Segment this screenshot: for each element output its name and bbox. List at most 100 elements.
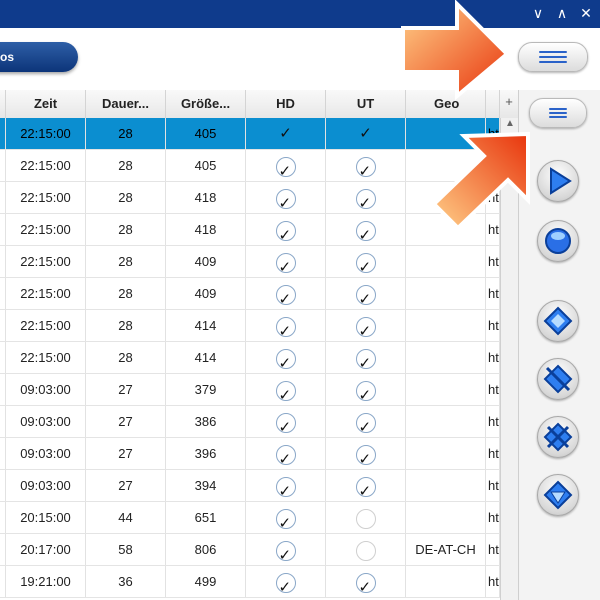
dauer-cell: 27: [86, 406, 166, 437]
ut-cell: [326, 566, 406, 597]
groesse-cell: 414: [166, 310, 246, 341]
geo-cell: [406, 502, 486, 533]
minimize-icon[interactable]: ∨: [530, 4, 546, 24]
zeit-cell: 22:15:00: [6, 214, 86, 245]
url-cell: htt: [486, 342, 500, 373]
checked-circle-icon: [355, 444, 376, 469]
ut-cell: [326, 406, 406, 437]
url-cell: htt: [486, 502, 500, 533]
groesse-cell: 409: [166, 278, 246, 309]
checked-circle-icon: [355, 220, 376, 245]
column-header-zeit[interactable]: Zeit: [6, 90, 86, 118]
ut-cell: [326, 438, 406, 469]
column-header-ut[interactable]: UT: [326, 90, 406, 118]
url-cell: htt: [486, 534, 500, 565]
checkmark-icon: ✓: [279, 124, 292, 142]
checked-circle-icon: [355, 380, 376, 405]
table-row[interactable]: 22:15:0028418htt: [0, 182, 500, 214]
filter-off-icon: [543, 364, 573, 394]
table-row[interactable]: 09:03:0027396 htt: [0, 438, 500, 470]
filter-off-button[interactable]: [537, 358, 579, 400]
table-row[interactable]: 22:15:0028414 htt: [0, 310, 500, 342]
ut-cell: [326, 502, 406, 533]
zeit-cell: 19:21:00: [6, 566, 86, 597]
ut-cell: [326, 214, 406, 245]
ut-cell: [326, 278, 406, 309]
groesse-cell: 499: [166, 566, 246, 597]
record-button[interactable]: [537, 220, 579, 262]
filter-button[interactable]: [537, 300, 579, 342]
url-cell: htt: [486, 406, 500, 437]
tab-button[interactable]: os: [0, 42, 78, 72]
zeit-cell: 22:15:00: [6, 246, 86, 277]
table-row[interactable]: 22:15:0028409 htt: [0, 278, 500, 310]
main-menu-button[interactable]: [518, 42, 588, 72]
url-cell: htt: [486, 310, 500, 341]
stop-icon: [545, 228, 571, 254]
table-row[interactable]: 19:21:0036499 htt: [0, 566, 500, 598]
hd-cell: [246, 406, 326, 437]
hd-cell: [246, 470, 326, 501]
dauer-cell: 27: [86, 470, 166, 501]
table-row[interactable]: 22:15:0028405✓✓htt: [0, 118, 500, 150]
empty-circle-icon: [355, 540, 376, 561]
hd-cell: [246, 534, 326, 565]
checked-circle-icon: [275, 156, 296, 181]
dauer-cell: 28: [86, 310, 166, 341]
filter-clear-icon: [543, 422, 573, 452]
ut-cell: [326, 246, 406, 277]
table-row[interactable]: 22:15:0028405htt: [0, 150, 500, 182]
checked-circle-icon: [275, 444, 296, 469]
table-row[interactable]: 22:15:0028409 htt: [0, 246, 500, 278]
close-icon[interactable]: ✕: [578, 4, 594, 24]
checked-circle-icon: [275, 252, 296, 277]
checked-circle-icon: [355, 252, 376, 277]
groesse-cell: 651: [166, 502, 246, 533]
zeit-cell: 09:03:00: [6, 406, 86, 437]
groesse-cell: 405: [166, 118, 246, 149]
table-row[interactable]: 20:17:0058806 DE-AT-CHhtt: [0, 534, 500, 566]
zeit-cell: 22:15:00: [6, 150, 86, 181]
checked-circle-icon: [355, 156, 376, 181]
zeit-cell: 22:15:00: [6, 310, 86, 341]
table-row[interactable]: 09:03:0027386 htt: [0, 406, 500, 438]
ut-cell: [326, 342, 406, 373]
table-row[interactable]: 09:03:0027394 htt: [0, 470, 500, 502]
table-row[interactable]: 20:15:0044651 htt: [0, 502, 500, 534]
dauer-cell: 28: [86, 214, 166, 245]
hd-cell: [246, 566, 326, 597]
column-header-groesse[interactable]: Größe...: [166, 90, 246, 118]
checked-circle-icon: [355, 284, 376, 309]
list-menu-button[interactable]: [529, 98, 587, 128]
groesse-cell: 418: [166, 182, 246, 213]
download-button[interactable]: [537, 474, 579, 516]
dauer-cell: 28: [86, 342, 166, 373]
dauer-cell: 58: [86, 534, 166, 565]
maximize-icon[interactable]: ∧: [554, 4, 570, 24]
column-header-hd[interactable]: HD: [246, 90, 326, 118]
checked-circle-icon: [275, 508, 296, 533]
url-cell: htt: [486, 246, 500, 277]
table-row[interactable]: 22:15:0028418htt: [0, 214, 500, 246]
column-header-dauer[interactable]: Dauer...: [86, 90, 166, 118]
table-row[interactable]: 22:15:0028414 htt: [0, 342, 500, 374]
groesse-cell: 414: [166, 342, 246, 373]
hd-cell: [246, 502, 326, 533]
hd-cell: [246, 214, 326, 245]
ut-cell: [326, 534, 406, 565]
zeit-cell: 09:03:00: [6, 470, 86, 501]
ut-cell: [326, 470, 406, 501]
checked-circle-icon: [275, 348, 296, 373]
checked-circle-icon: [275, 380, 296, 405]
table-row[interactable]: 09:03:0027379 htt: [0, 374, 500, 406]
pointer-arrow-icon: [401, 0, 510, 100]
url-cell: htt: [486, 278, 500, 309]
hd-cell: [246, 438, 326, 469]
checked-circle-icon: [355, 412, 376, 437]
filter-clear-button[interactable]: [537, 416, 579, 458]
hd-cell: [246, 310, 326, 341]
play-button[interactable]: [537, 160, 579, 202]
groesse-cell: 394: [166, 470, 246, 501]
groesse-cell: 386: [166, 406, 246, 437]
geo-cell: [406, 342, 486, 373]
